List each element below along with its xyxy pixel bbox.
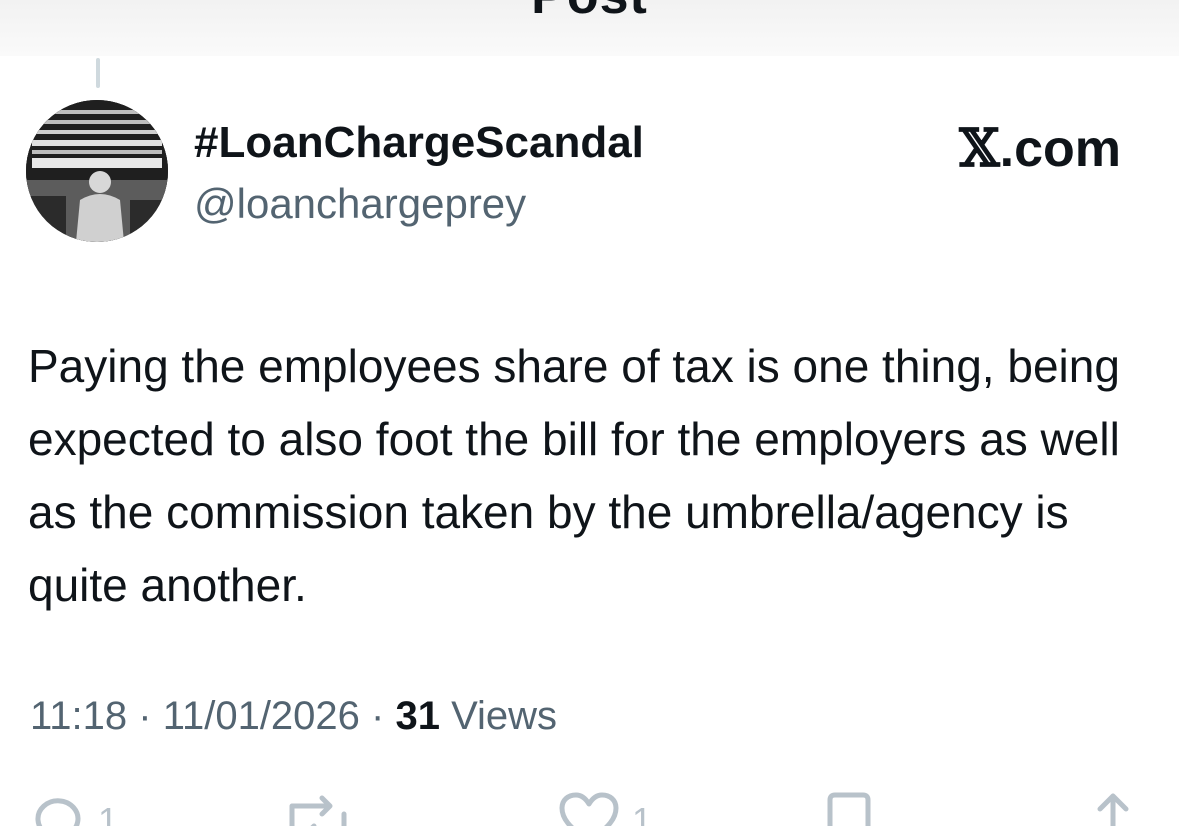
bookmark-button[interactable] [824,792,874,826]
post-body-text: Paying the employees share of tax is one… [28,340,1120,611]
like-count: 1 [632,800,653,826]
views-count[interactable]: 31 [395,694,440,738]
like-button[interactable]: 1 [558,792,652,826]
share-button[interactable] [1090,792,1136,826]
repost-button[interactable] [286,792,362,826]
reply-count: 1 [98,800,119,826]
author-display-name[interactable]: #LoanChargeScandal [194,118,644,168]
meta-separator: · [359,694,396,738]
like-icon [558,792,620,826]
x-logo-glyph: 𝕏 [959,118,1000,179]
share-icon [1090,792,1136,826]
thread-connector-line [96,58,100,88]
top-navigation-bar: Post [0,0,1179,56]
page-title: Post [0,0,1179,26]
post-metadata: 11:18 · 11/01/2026 · 31 Views [30,694,557,739]
post-page: Post #LoanChargeScandal @loanchargeprey … [0,0,1179,826]
action-bar: 1 1 [0,792,1179,826]
avatar[interactable] [26,100,168,242]
bookmark-icon [824,792,874,826]
watermark-domain: .com [999,120,1121,178]
meta-separator: · [127,694,163,738]
views-label[interactable]: Views [440,694,557,738]
reply-button[interactable]: 1 [30,792,118,826]
x-com-watermark: 𝕏.com [959,118,1121,179]
reply-icon [30,792,86,826]
repost-icon [286,792,350,826]
author-handle[interactable]: @loanchargeprey [194,180,526,228]
post-date: 11/01/2026 [162,694,360,738]
post-time: 11:18 [30,694,128,738]
